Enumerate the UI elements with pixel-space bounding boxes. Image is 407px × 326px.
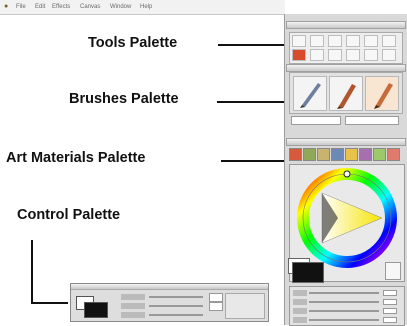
rect-select-icon[interactable] [310, 35, 324, 47]
control-slider-1[interactable] [121, 294, 205, 300]
menu-file[interactable]: File [16, 4, 26, 10]
sets-tab[interactable] [359, 148, 372, 161]
brushes-palette-callout: Brushes Palette [69, 91, 179, 107]
airbrush-icon[interactable] [329, 76, 363, 111]
slider-row[interactable] [293, 308, 399, 314]
looks-tab[interactable] [373, 148, 386, 161]
menu-window[interactable]: Window [110, 4, 131, 10]
brush-tool-icon[interactable] [292, 35, 306, 47]
crop-icon[interactable] [346, 35, 360, 47]
apple-menu-icon[interactable]: ● [4, 3, 11, 10]
menu-edit[interactable]: Edit [35, 4, 45, 10]
control-options-area[interactable] [225, 293, 265, 319]
papers-tab[interactable] [317, 148, 330, 161]
tools-palette-titlebar[interactable] [286, 21, 406, 29]
control-palette-titlebar[interactable] [71, 284, 268, 290]
color-tab[interactable] [289, 148, 302, 161]
brush-category-select[interactable] [291, 116, 341, 125]
menu-effects[interactable]: Effects [52, 4, 70, 10]
control-value-box-2[interactable] [209, 302, 223, 311]
lasso-icon[interactable] [328, 35, 342, 47]
slider-row[interactable] [293, 299, 399, 305]
slider-row[interactable] [293, 317, 399, 323]
eraser-icon[interactable] [292, 49, 306, 61]
color-sliders [289, 286, 405, 326]
art-materials-palette-titlebar[interactable] [286, 138, 406, 146]
patterns-tab[interactable] [331, 148, 344, 161]
menu-help[interactable]: Help [140, 4, 152, 10]
grabber-icon[interactable] [364, 35, 378, 47]
control-callout-line-vertical [31, 240, 33, 304]
text-icon[interactable] [328, 49, 342, 61]
menu-bar: ● File Edit Effects Canvas Window Help [0, 0, 285, 15]
brush-selectors [289, 116, 401, 125]
control-slider-3[interactable] [121, 312, 205, 318]
pen-icon[interactable] [310, 49, 324, 61]
tools-callout-line [218, 44, 286, 46]
arrow-icon[interactable] [382, 49, 396, 61]
control-slider-2[interactable] [121, 303, 205, 309]
primary-color-swatch[interactable] [292, 262, 324, 283]
art-materials-callout-line [221, 160, 287, 162]
slider-row[interactable] [293, 290, 399, 296]
weaves-tab[interactable] [345, 148, 358, 161]
brushes-palette [289, 72, 403, 114]
oil-brush-icon[interactable] [365, 76, 399, 111]
control-callout-line-horizontal [31, 302, 68, 304]
grads-tab[interactable] [303, 148, 316, 161]
hue-indicator [343, 170, 351, 178]
menu-canvas[interactable]: Canvas [80, 4, 100, 10]
brushes-palette-titlebar[interactable] [286, 64, 406, 72]
magnifier-icon[interactable] [346, 49, 360, 61]
art-materials-palette-callout: Art Materials Palette [6, 150, 146, 166]
art-materials-tabs [289, 148, 403, 162]
control-primary-swatch[interactable] [84, 302, 108, 318]
dropper-icon[interactable] [382, 35, 396, 47]
control-palette [70, 283, 269, 322]
paint-bucket-icon[interactable] [364, 49, 378, 61]
brushes-callout-line [217, 101, 286, 103]
brush-variant-select[interactable] [345, 116, 399, 125]
control-value-box-1[interactable] [209, 293, 223, 302]
color-set-icon[interactable] [385, 262, 401, 280]
control-palette-callout: Control Palette [17, 207, 121, 223]
pencil-brush-icon[interactable] [293, 76, 327, 111]
tools-palette [289, 32, 403, 64]
nozzles-tab[interactable] [387, 148, 400, 161]
tools-palette-callout: Tools Palette [88, 35, 178, 51]
